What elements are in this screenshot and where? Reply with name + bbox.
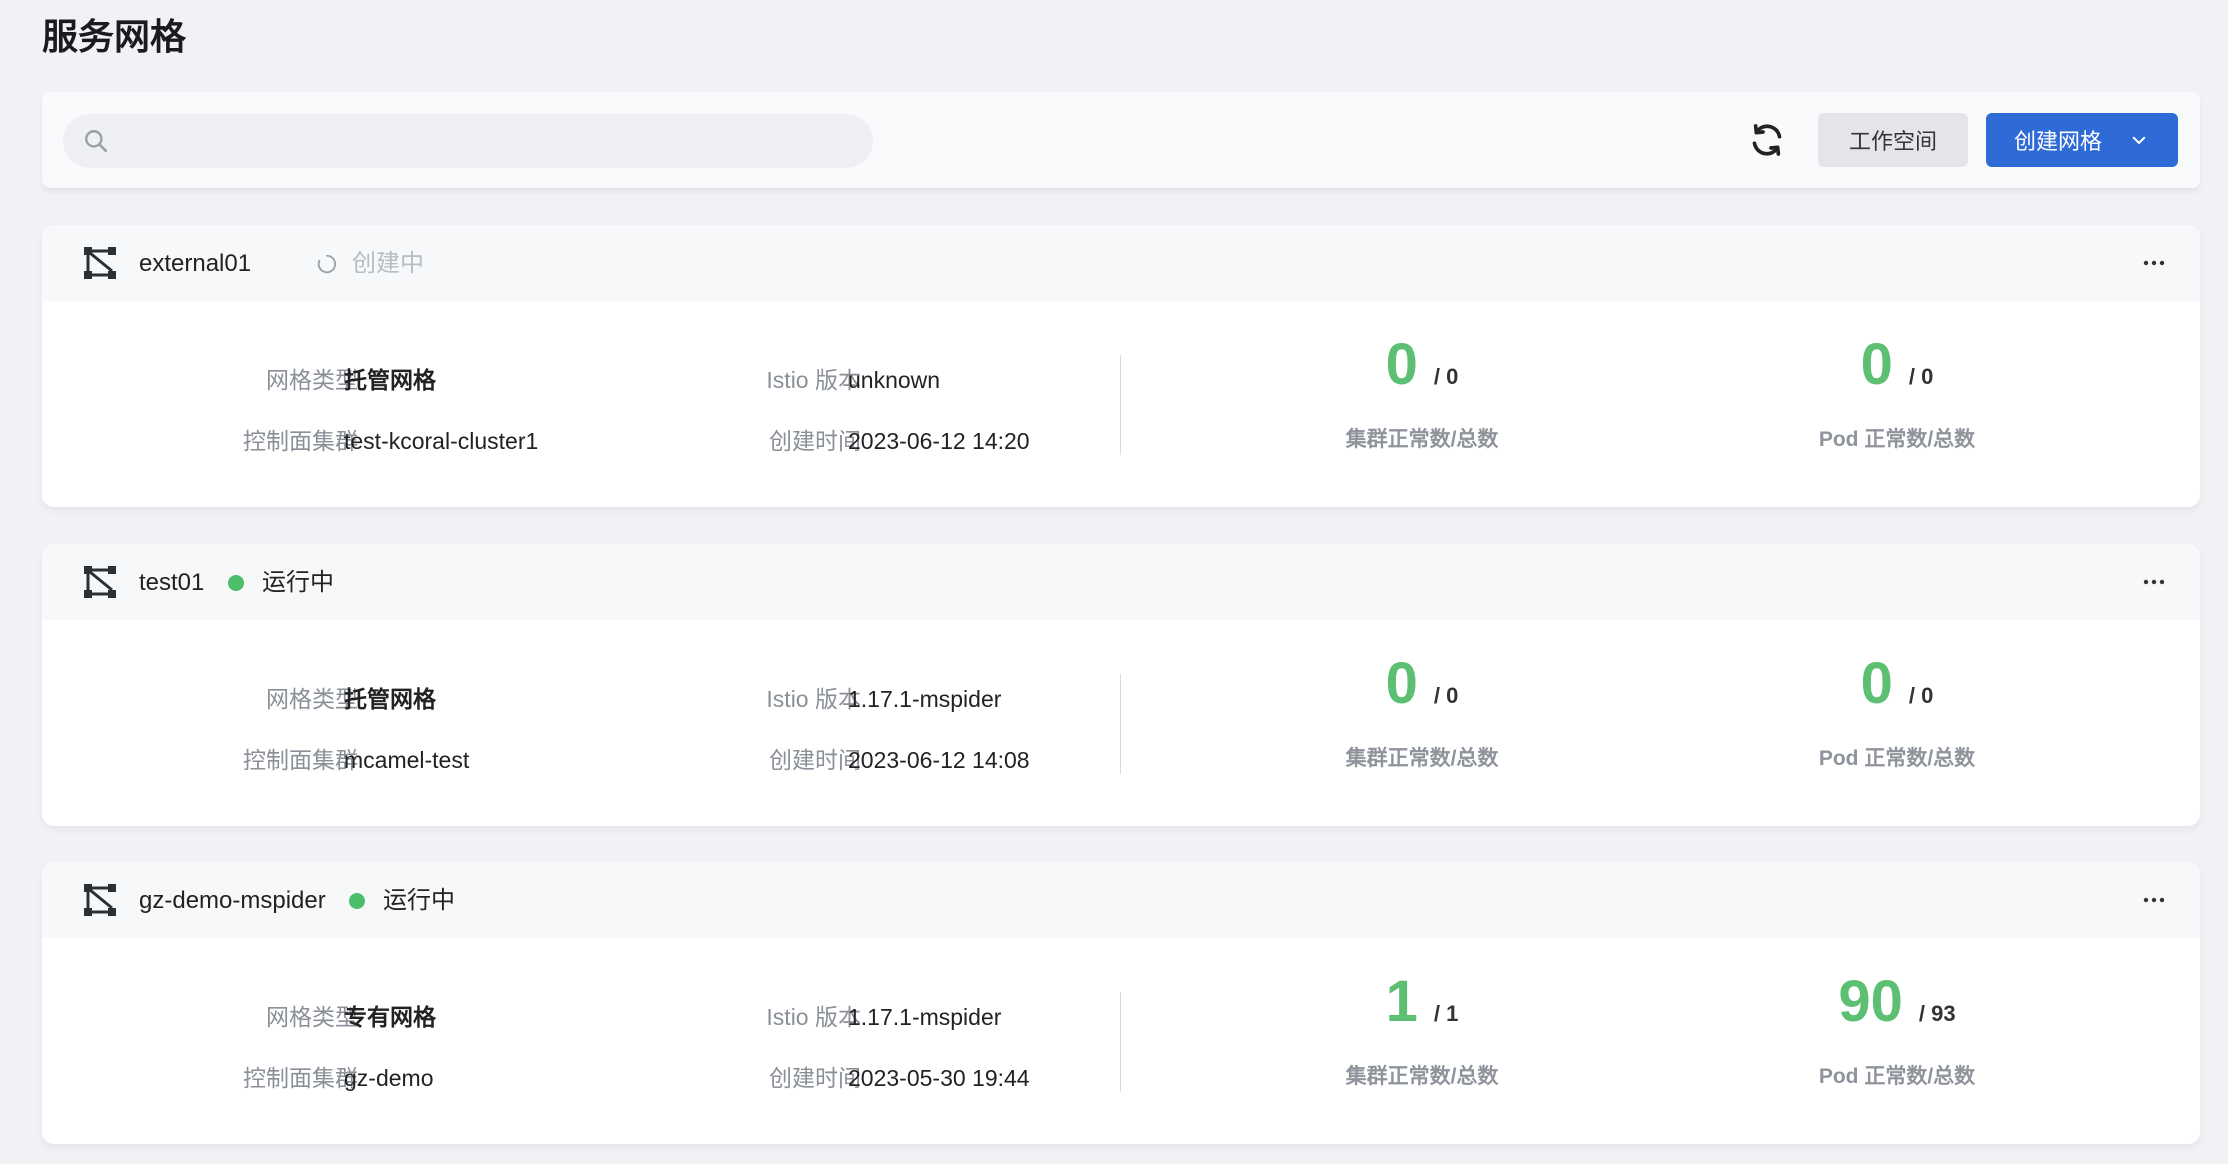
search-icon <box>85 130 108 153</box>
created-time-value: 2023-06-12 14:08 <box>848 747 1030 773</box>
create-mesh-button[interactable]: 创建网格 <box>1986 113 2178 167</box>
mesh-name[interactable]: test01 <box>139 568 204 598</box>
cluster-ok-count: 1 <box>1385 969 1418 1034</box>
create-mesh-button-label: 创建网格 <box>2014 129 2103 154</box>
cluster-stat: 0 / 0 集群正常数/总数 <box>1272 646 1572 772</box>
mesh-name[interactable]: external01 <box>139 249 251 279</box>
status-dot-icon <box>349 893 365 909</box>
pod-stat-caption: Pod 正常数/总数 <box>1818 1065 1976 1088</box>
pod-total-count: / 93 <box>1918 1001 1956 1026</box>
istio-version-value: unknown <box>848 367 941 393</box>
istio-version-value: 1.17.1-mspider <box>848 1004 1002 1030</box>
pod-total-count: / 0 <box>1908 364 1934 389</box>
control-cluster-label: 控制面集群 <box>243 428 358 454</box>
control-cluster-label: 控制面集群 <box>243 747 358 773</box>
pod-stat: 0 / 0 Pod 正常数/总数 <box>1747 646 2047 772</box>
cluster-stat-caption: 集群正常数/总数 <box>1345 1065 1499 1088</box>
cluster-total-count: / 0 <box>1433 683 1459 708</box>
cluster-total-count: / 1 <box>1433 1001 1459 1026</box>
divider <box>1120 992 1121 1092</box>
refresh-icon[interactable] <box>1747 120 1787 160</box>
istio-version-label: Istio 版本 <box>766 1004 861 1030</box>
cluster-total-count: / 0 <box>1433 364 1459 389</box>
cluster-ok-count: 0 <box>1385 651 1418 716</box>
mesh-card: test01 运行中 网格类型 托管网格 控制面集群 mcamel-test I… <box>42 544 2200 826</box>
mesh-icon <box>84 884 116 916</box>
mesh-type-value: 托管网格 <box>344 367 436 393</box>
mesh-card: external01 创建中 网格类型 托管网格 控制面集群 test-kcor… <box>42 225 2200 507</box>
pod-total-count: / 0 <box>1908 683 1934 708</box>
page-title: 服务网格 <box>42 16 187 57</box>
mesh-card-header: gz-demo-mspider 运行中 <box>42 862 2200 938</box>
mesh-type-value: 托管网格 <box>344 686 436 712</box>
mesh-name[interactable]: gz-demo-mspider <box>139 886 326 916</box>
istio-version-label: Istio 版本 <box>766 367 861 393</box>
status-text: 运行中 <box>383 887 455 914</box>
created-time-value: 2023-05-30 19:44 <box>848 1065 1030 1091</box>
control-cluster-value: gz-demo <box>344 1065 434 1091</box>
created-time-value: 2023-06-12 14:20 <box>848 428 1030 454</box>
mesh-type-value: 专有网格 <box>344 1004 436 1030</box>
pod-stat: 90 / 93 Pod 正常数/总数 <box>1747 964 2047 1090</box>
status-badge: 运行中 <box>349 886 455 916</box>
status-dot-icon <box>228 575 244 591</box>
pod-ok-count: 0 <box>1860 332 1893 397</box>
loading-spinner-icon <box>317 254 337 274</box>
workspace-button[interactable]: 工作空间 <box>1818 113 1968 167</box>
istio-version-value: 1.17.1-mspider <box>848 686 1002 712</box>
more-icon[interactable] <box>2142 251 2166 275</box>
control-cluster-value: test-kcoral-cluster1 <box>344 428 539 454</box>
status-text: 运行中 <box>262 569 334 596</box>
toolbar: 工作空间 创建网格 <box>42 92 2200 188</box>
istio-version-label: Istio 版本 <box>766 686 861 712</box>
mesh-card-header: external01 创建中 <box>42 225 2200 301</box>
cluster-ok-count: 0 <box>1385 332 1418 397</box>
workspace-button-label: 工作空间 <box>1848 129 1937 154</box>
pod-ok-count: 90 <box>1838 969 1903 1034</box>
status-badge: 运行中 <box>228 568 334 598</box>
control-cluster-label: 控制面集群 <box>243 1065 358 1091</box>
search-input[interactable] <box>123 114 847 170</box>
cluster-stat: 1 / 1 集群正常数/总数 <box>1272 964 1572 1090</box>
cluster-stat-caption: 集群正常数/总数 <box>1345 747 1499 770</box>
divider <box>1120 674 1121 774</box>
divider <box>1120 355 1121 455</box>
cluster-stat-caption: 集群正常数/总数 <box>1345 428 1499 451</box>
chevron-down-icon <box>2132 136 2146 144</box>
status-badge: 创建中 <box>316 249 424 279</box>
control-cluster-value: mcamel-test <box>344 747 470 773</box>
mesh-icon <box>84 566 116 598</box>
status-text: 创建中 <box>352 250 424 277</box>
mesh-icon <box>84 247 116 279</box>
mesh-card: gz-demo-mspider 运行中 网格类型 专有网格 控制面集群 gz-d… <box>42 862 2200 1144</box>
more-icon[interactable] <box>2142 570 2166 594</box>
more-icon[interactable] <box>2142 888 2166 912</box>
cluster-stat: 0 / 0 集群正常数/总数 <box>1272 327 1572 453</box>
pod-stat-caption: Pod 正常数/总数 <box>1818 428 1976 451</box>
pod-ok-count: 0 <box>1860 651 1893 716</box>
mesh-card-header: test01 运行中 <box>42 544 2200 620</box>
search-box[interactable] <box>63 114 873 170</box>
pod-stat-caption: Pod 正常数/总数 <box>1818 747 1976 770</box>
pod-stat: 0 / 0 Pod 正常数/总数 <box>1747 327 2047 453</box>
